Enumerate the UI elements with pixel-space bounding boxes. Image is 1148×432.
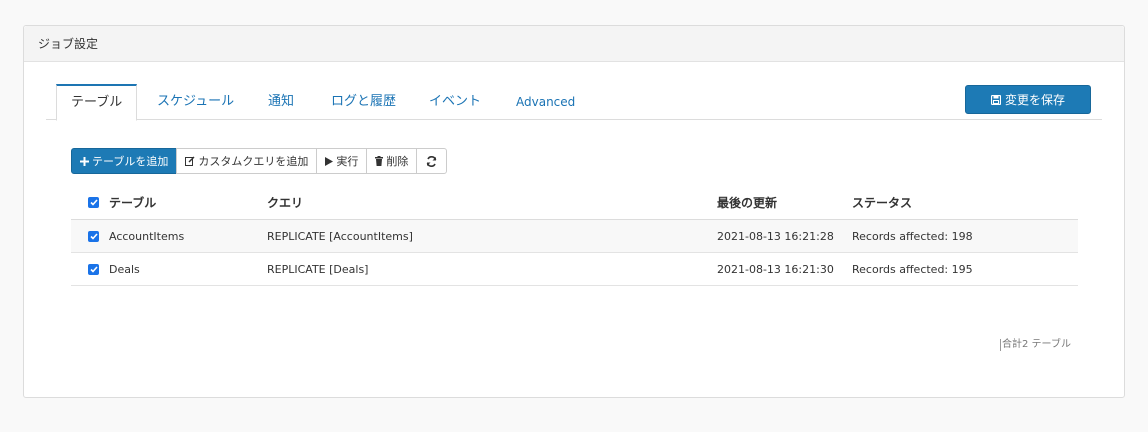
column-header-status[interactable]: ステータス — [852, 186, 912, 219]
select-all-checkbox[interactable] — [88, 186, 99, 219]
add-custom-query-label: カスタムクエリを追加 — [198, 155, 309, 168]
row-last-updated: 2021-08-13 16:21:30 — [717, 262, 834, 276]
save-changes-button[interactable]: 変更を保存 — [965, 85, 1091, 114]
row-query: REPLICATE [AccountItems] — [267, 229, 413, 243]
plus-icon — [80, 156, 89, 166]
job-settings-panel: ジョブ設定 テーブル スケジュール 通知 ログと履歴 イベント Advanced… — [23, 25, 1125, 398]
tab-logs-history[interactable]: ログと履歴 — [331, 84, 396, 120]
table-header-row: テーブル クエリ 最後の更新 ステータス — [71, 186, 1078, 220]
table-toolbar: テーブルを追加 カスタムクエリを追加 実行 削除 — [71, 148, 448, 174]
row-checkbox[interactable] — [88, 220, 99, 252]
save-icon — [990, 94, 1001, 105]
tab-advanced[interactable]: Advanced — [516, 84, 575, 120]
tables-grid: テーブル クエリ 最後の更新 ステータス AccountItems REPLIC… — [71, 186, 1078, 286]
run-button[interactable]: 実行 — [316, 148, 368, 174]
run-label: 実行 — [336, 155, 359, 168]
row-checkbox[interactable] — [88, 253, 99, 285]
play-icon — [325, 156, 334, 166]
table-row[interactable]: Deals REPLICATE [Deals] 2021-08-13 16:21… — [71, 253, 1078, 286]
trash-icon — [375, 156, 384, 166]
row-status: Records affected: 198 — [852, 229, 973, 243]
table-row[interactable]: AccountItems REPLICATE [AccountItems] 20… — [71, 220, 1078, 253]
add-table-label: テーブルを追加 — [92, 155, 169, 168]
add-custom-query-button[interactable]: カスタムクエリを追加 — [176, 148, 318, 174]
tab-events[interactable]: イベント — [429, 84, 481, 120]
delete-button[interactable]: 削除 — [366, 148, 418, 174]
tab-notifications[interactable]: 通知 — [268, 84, 294, 120]
edit-icon — [185, 156, 195, 166]
row-table-name: Deals — [109, 262, 140, 276]
tab-bar: テーブル スケジュール 通知 ログと履歴 イベント Advanced — [46, 84, 1102, 121]
tab-tables[interactable]: テーブル — [56, 84, 138, 121]
row-query: REPLICATE [Deals] — [267, 262, 369, 276]
refresh-button[interactable] — [416, 148, 448, 174]
table-count: 合計2 テーブル — [1000, 339, 1071, 351]
tab-schedule[interactable]: スケジュール — [157, 84, 234, 120]
save-changes-label: 変更を保存 — [1004, 93, 1065, 107]
column-header-table[interactable]: テーブル — [109, 186, 156, 219]
column-header-query[interactable]: クエリ — [267, 186, 303, 219]
add-table-button[interactable]: テーブルを追加 — [71, 148, 178, 174]
column-header-last-updated[interactable]: 最後の更新 — [717, 186, 777, 219]
refresh-icon — [426, 155, 437, 167]
row-last-updated: 2021-08-13 16:21:28 — [717, 229, 834, 243]
panel-title: ジョブ設定 — [24, 26, 1124, 62]
row-table-name: AccountItems — [109, 229, 185, 243]
delete-label: 削除 — [386, 155, 409, 168]
row-status: Records affected: 195 — [852, 262, 973, 276]
